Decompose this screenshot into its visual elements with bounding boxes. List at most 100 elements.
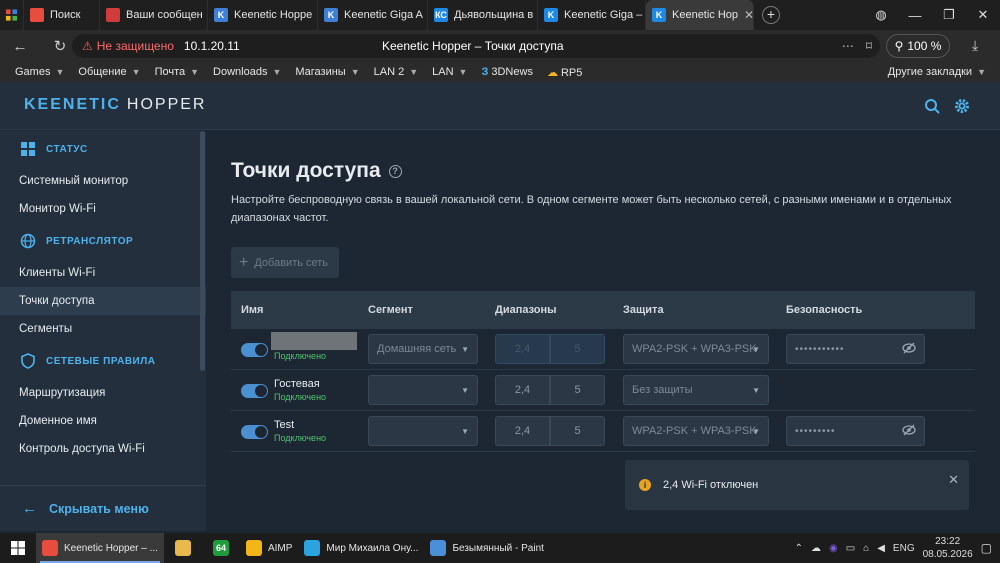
- browser-tab[interactable]: K Keenetic Hoppe: [208, 0, 318, 30]
- segment-select[interactable]: ▼: [368, 416, 478, 446]
- enable-toggle[interactable]: [241, 384, 268, 398]
- enable-toggle[interactable]: [241, 343, 268, 357]
- profile-avatar[interactable]: ◍: [864, 7, 898, 23]
- bookmark-item[interactable]: Почта ▼: [155, 66, 199, 78]
- cloud-icon[interactable]: ☁: [811, 543, 821, 554]
- eye-off-icon[interactable]: [902, 342, 916, 357]
- hide-menu-button[interactable]: ← Скрывать меню: [0, 485, 206, 531]
- add-network-button[interactable]: + Добавить сеть: [231, 247, 339, 278]
- keenetic-logo[interactable]: KEENETIC HOPPER: [24, 96, 206, 114]
- viber-icon[interactable]: ◉: [829, 543, 838, 554]
- sidebar-item[interactable]: Монитор Wi-Fi: [0, 195, 206, 223]
- bookmark-item[interactable]: ☁ RP5: [547, 66, 582, 79]
- browser-tab[interactable]: K Keenetic Hop ✕: [646, 0, 754, 30]
- yandex-menu-icon[interactable]: [0, 0, 24, 30]
- security-select[interactable]: WPA2-PSK + WPA3-PSK ▼: [623, 334, 769, 364]
- volume-icon[interactable]: ◀: [877, 543, 885, 554]
- bookmark-label: Почта: [154, 66, 186, 78]
- download-icon[interactable]: ⤓: [972, 37, 978, 54]
- bookmark-item[interactable]: Магазины ▼: [295, 66, 359, 78]
- sidebar-item[interactable]: Доменное имя: [0, 407, 206, 435]
- minimize-icon[interactable]: —: [898, 8, 932, 23]
- display-icon[interactable]: ▭: [846, 543, 855, 554]
- clock[interactable]: 23:22 08.05.2026: [923, 535, 973, 561]
- browser-tab[interactable]: K Keenetic Giga A: [318, 0, 428, 30]
- eye-off-icon[interactable]: [902, 424, 916, 439]
- window-controls: ◍ — ❐ ✕: [864, 0, 1000, 30]
- sidebar-item[interactable]: Сегменты: [0, 315, 206, 343]
- browser-tab[interactable]: K Keenetic Giga –: [538, 0, 646, 30]
- close-icon[interactable]: ✕: [948, 472, 959, 488]
- gear-icon[interactable]: [954, 98, 970, 114]
- bookmark-item[interactable]: Общение ▼: [78, 66, 140, 78]
- band-5-toggle[interactable]: 5: [550, 334, 605, 364]
- access-points-table: Имя Сегмент Диапазоны Защита Безопасность По…: [231, 291, 975, 452]
- sidebar-item[interactable]: Системный монитор: [0, 167, 206, 195]
- band-5-toggle[interactable]: 5: [550, 375, 605, 405]
- security-select[interactable]: Без защиты ▼: [623, 375, 769, 405]
- close-window-icon[interactable]: ✕: [966, 7, 1000, 23]
- password-field[interactable]: •••••••••••: [786, 334, 925, 364]
- taskbar-item[interactable]: [164, 533, 202, 563]
- aimp-icon: [245, 540, 262, 556]
- taskbar-item[interactable]: Безымянный - Paint: [424, 533, 549, 563]
- other-bookmarks[interactable]: Другие закладки ▼: [888, 66, 986, 78]
- address-bar: ← ↻ ⚠ Не защищено 10.1.20.11 Keenetic Ho…: [0, 30, 1000, 62]
- taskbar-item[interactable]: Мир Михаила Ону...: [298, 533, 424, 563]
- sidebar-item[interactable]: Клиенты Wi-Fi: [0, 259, 206, 287]
- band-5-toggle[interactable]: 5: [550, 416, 605, 446]
- sidebar-section-title: СТАТУС: [46, 143, 88, 155]
- sidebar-item[interactable]: Точки доступа: [0, 287, 206, 315]
- network-icon[interactable]: ⌂: [863, 543, 869, 554]
- connection-status: Подключено: [274, 392, 327, 402]
- sidebar-item[interactable]: Маршрутизация: [0, 379, 206, 407]
- taskbar-item-label: Keenetic Hopper – ...: [64, 542, 158, 554]
- network-name[interactable]: Test: [274, 419, 294, 431]
- sidebar-item[interactable]: Контроль доступа Wi-Fi: [0, 435, 206, 463]
- taskbar-item[interactable]: Keenetic Hopper – ...: [36, 533, 164, 563]
- band-24-toggle[interactable]: 2,4: [495, 375, 550, 405]
- start-button[interactable]: [0, 533, 36, 563]
- chevron-down-icon: ▼: [131, 67, 141, 77]
- password-value: •••••••••••: [795, 343, 845, 355]
- restore-icon[interactable]: ❐: [932, 7, 966, 23]
- sidebar-scrollbar[interactable]: [200, 131, 205, 371]
- logo-sub: HOPPER: [126, 96, 207, 113]
- bookmark-item[interactable]: Games ▼: [15, 66, 64, 78]
- sidebar-item-label: Маршрутизация: [19, 387, 106, 399]
- chevron-up-icon[interactable]: ⌃: [795, 543, 803, 554]
- close-tab-icon[interactable]: ✕: [738, 8, 753, 22]
- more-icon[interactable]: ⋯: [842, 39, 854, 53]
- bookmark-icon[interactable]: ⌑: [866, 39, 872, 53]
- segment-select[interactable]: ▼: [368, 375, 478, 405]
- bookmark-label: 3DNews: [491, 66, 533, 78]
- security-select[interactable]: WPA2-PSK + WPA3-PSK ▼: [623, 416, 769, 446]
- back-icon[interactable]: ←: [6, 38, 34, 55]
- bookmark-item[interactable]: LAN ▼: [432, 66, 467, 78]
- network-name[interactable]: Гостевая: [274, 378, 320, 390]
- keenetic-icon: K: [214, 8, 228, 22]
- band-24-toggle[interactable]: 2,4: [495, 416, 550, 446]
- taskbar-item[interactable]: 64: [202, 533, 240, 563]
- notifications-icon[interactable]: ▢: [981, 541, 992, 555]
- search-icon[interactable]: [924, 98, 940, 114]
- url-field[interactable]: ⚠ Не защищено 10.1.20.11 Keenetic Hopper…: [72, 34, 880, 58]
- reload-icon[interactable]: ↻: [46, 37, 74, 55]
- keenetic-k-icon: K: [652, 8, 666, 22]
- bookmark-item[interactable]: LAN 2 ▼: [374, 66, 419, 78]
- segment-select[interactable]: Домашняя сеть ▼: [368, 334, 478, 364]
- browser-tab[interactable]: Поиск: [24, 0, 100, 30]
- new-tab-button[interactable]: +: [762, 6, 780, 24]
- bookmark-item[interactable]: Downloads ▼: [213, 66, 281, 78]
- band-24-toggle[interactable]: 2,4: [495, 334, 550, 364]
- browser-tab[interactable]: Ваши сообщен: [100, 0, 208, 30]
- help-icon[interactable]: ?: [388, 164, 402, 178]
- taskbar-item[interactable]: AIMP: [240, 533, 298, 563]
- browser-tab[interactable]: КС Дьявольщина в: [428, 0, 538, 30]
- chevron-down-icon: ▼: [272, 67, 282, 77]
- password-field[interactable]: •••••••••: [786, 416, 925, 446]
- bookmark-item[interactable]: З 3DNews: [481, 66, 532, 78]
- enable-toggle[interactable]: [241, 425, 268, 439]
- language-indicator[interactable]: ENG: [893, 543, 915, 554]
- zoom-button[interactable]: ⚲ 100 %: [886, 34, 950, 58]
